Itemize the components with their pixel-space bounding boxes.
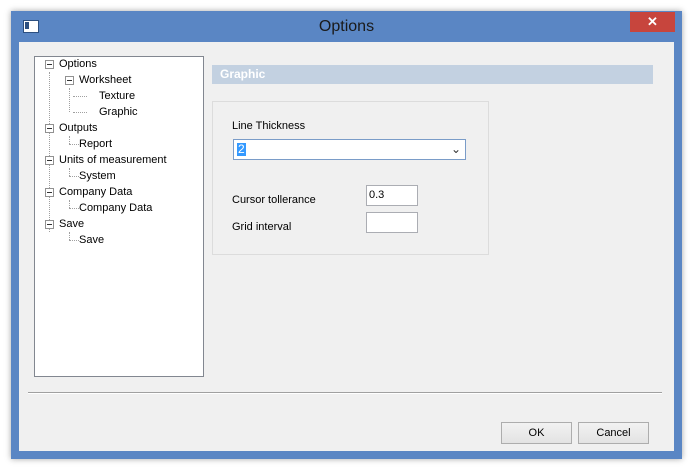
divider <box>28 392 662 394</box>
tree-item-worksheet[interactable]: Worksheet <box>79 73 131 88</box>
tree-line <box>69 208 79 209</box>
collapse-icon[interactable] <box>45 60 54 69</box>
tree-item-texture[interactable]: Texture <box>99 89 135 104</box>
collapse-icon[interactable] <box>45 124 54 133</box>
ok-button[interactable]: OK <box>501 422 572 444</box>
tree-line <box>69 168 70 176</box>
tree-item-save[interactable]: Save <box>59 217 84 232</box>
tree-line <box>69 144 79 145</box>
grid-interval-label: Grid interval <box>232 221 292 233</box>
section-header: Graphic <box>212 65 653 84</box>
tree-line <box>69 176 79 177</box>
tree-item-report[interactable]: Report <box>79 137 112 152</box>
chevron-down-icon[interactable]: ⌄ <box>451 142 461 156</box>
options-window: Options ✕ Options Worksheet Texture Grap… <box>11 11 682 459</box>
collapse-icon[interactable] <box>45 220 54 229</box>
window-title: Options <box>318 18 375 35</box>
tree-item-company-data-child[interactable]: Company Data <box>79 201 152 216</box>
close-button[interactable]: ✕ <box>630 12 675 32</box>
cancel-button[interactable]: Cancel <box>578 422 649 444</box>
cursor-tolerance-label: Cursor tollerance <box>232 194 316 206</box>
collapse-icon[interactable] <box>45 156 54 165</box>
tree-line <box>73 96 87 97</box>
tree-item-company-data[interactable]: Company Data <box>59 185 132 200</box>
line-thickness-label: Line Thickness <box>232 120 306 132</box>
dialog-client-area: Options Worksheet Texture Graphic Output… <box>19 42 674 451</box>
grid-interval-input[interactable] <box>366 212 418 233</box>
tree-line <box>69 232 70 240</box>
collapse-icon[interactable] <box>65 76 74 85</box>
cursor-tolerance-input[interactable]: 0.3 <box>366 185 418 206</box>
tree-line <box>49 72 50 232</box>
tree-line <box>69 240 79 241</box>
tree-item-graphic[interactable]: Graphic <box>99 105 138 120</box>
tree-item-outputs[interactable]: Outputs <box>59 121 98 136</box>
tree-line <box>69 88 70 112</box>
line-thickness-value: 2 <box>237 142 246 156</box>
collapse-icon[interactable] <box>45 188 54 197</box>
tree-line <box>69 200 70 208</box>
tree-line <box>69 136 70 144</box>
tree-item-options[interactable]: Options <box>59 57 97 72</box>
tree-item-system[interactable]: System <box>79 169 116 184</box>
options-tree[interactable]: Options Worksheet Texture Graphic Output… <box>34 56 204 377</box>
title-bar[interactable]: Options ✕ <box>11 11 682 41</box>
tree-item-units-of-measurement[interactable]: Units of measurement <box>59 153 167 168</box>
tree-item-save-child[interactable]: Save <box>79 233 104 248</box>
tree-line <box>73 112 87 113</box>
line-thickness-select[interactable]: 2 ⌄ <box>233 139 466 160</box>
